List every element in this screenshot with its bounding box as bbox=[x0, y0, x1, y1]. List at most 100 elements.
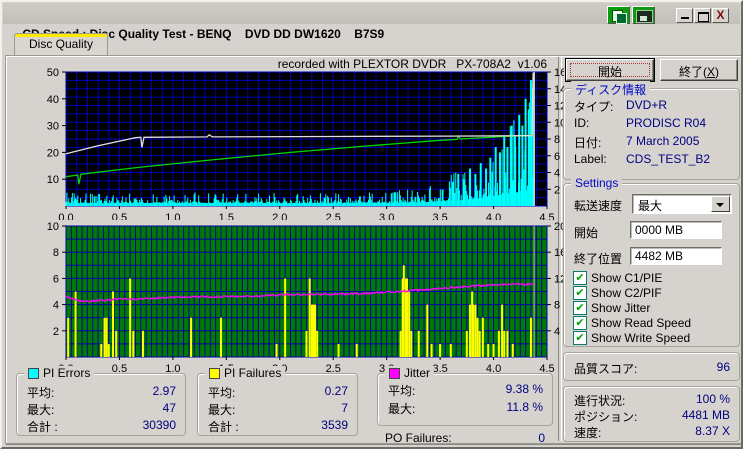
quality-score-label: 品質スコア: bbox=[574, 362, 638, 376]
svg-text:3.5: 3.5 bbox=[432, 363, 447, 372]
svg-text:10: 10 bbox=[47, 174, 59, 186]
speed-label: 転送速度 bbox=[574, 199, 623, 213]
jitter-stats-group: Jitter 平均: 9.38 % 最大: 11.8 % bbox=[377, 366, 553, 426]
speed-select-value: 最大 bbox=[638, 199, 663, 213]
bottom-groove bbox=[6, 444, 741, 447]
svg-text:4: 4 bbox=[554, 168, 560, 180]
pi-failures-title: PI Failures bbox=[224, 366, 282, 380]
pi-errors-stats-group: PI Errors 平均: 2.97 最大: 47 合計 : 30390 bbox=[16, 366, 186, 436]
checkbox-label: Show Write Speed bbox=[591, 331, 691, 345]
copy-chart-button[interactable] bbox=[607, 6, 630, 24]
checkbox-label: Show Jitter bbox=[591, 301, 651, 315]
disc-info-group: ディスク情報 タイプ: DVD+R ID: PRODISC R04 日付: 7 Mar… bbox=[563, 81, 740, 180]
minimize-button[interactable] bbox=[676, 8, 693, 23]
max-value: 7 bbox=[341, 401, 348, 415]
svg-text:6: 6 bbox=[53, 273, 59, 285]
settings-group: Settings 転送速度 最大 開始 終了位置 ✔ Show C1/PIE ✔… bbox=[563, 176, 740, 347]
total-label: 合計 : bbox=[208, 420, 239, 434]
svg-text:50: 50 bbox=[47, 68, 59, 79]
maximize-button[interactable] bbox=[694, 8, 711, 23]
pi-failures-swatch bbox=[209, 367, 220, 379]
end-position-input[interactable] bbox=[630, 247, 722, 265]
svg-text:8: 8 bbox=[53, 247, 59, 259]
svg-text:4.5: 4.5 bbox=[539, 363, 554, 372]
max-value: 11.8 % bbox=[506, 400, 543, 414]
disc-label-label: Label: bbox=[574, 152, 607, 166]
checkbox-label: Show C1/PIE bbox=[591, 271, 663, 285]
speed-select-dropdown-button[interactable] bbox=[711, 196, 730, 212]
max-label: 最大: bbox=[27, 403, 55, 417]
po-failures-label: PO Failures: bbox=[385, 431, 452, 445]
svg-text:2: 2 bbox=[53, 326, 59, 338]
speed-select[interactable]: 最大 bbox=[632, 194, 732, 214]
save-button[interactable] bbox=[632, 6, 655, 24]
settings-title: Settings bbox=[575, 176, 619, 190]
svg-text:1.0: 1.0 bbox=[165, 363, 180, 372]
svg-text:4.5: 4.5 bbox=[539, 212, 554, 220]
disc-date-label: 日付: bbox=[574, 136, 602, 150]
pi-errors-title: PI Errors bbox=[43, 366, 91, 380]
svg-text:2.5: 2.5 bbox=[326, 363, 341, 372]
jitter-swatch bbox=[389, 367, 400, 379]
exit-button[interactable]: 終了(X) bbox=[660, 59, 738, 81]
disc-type-value: DVD+R bbox=[626, 98, 668, 112]
start-button[interactable]: 開始 bbox=[565, 58, 655, 82]
progress-value: 100 % bbox=[695, 392, 730, 406]
maximize-icon bbox=[698, 12, 709, 22]
speed-label: 速度: bbox=[574, 426, 602, 440]
svg-text:2.5: 2.5 bbox=[326, 212, 341, 220]
checkbox-check-icon: ✔ bbox=[573, 331, 587, 345]
svg-text:8: 8 bbox=[554, 134, 560, 146]
tab-disc-quality[interactable]: Disc Quality bbox=[14, 33, 108, 56]
svg-text:4: 4 bbox=[554, 326, 560, 338]
avg-label: 平均: bbox=[208, 386, 236, 400]
avg-value: 0.27 bbox=[324, 384, 348, 398]
svg-text:1.0: 1.0 bbox=[165, 212, 180, 220]
max-label: 最大: bbox=[388, 402, 416, 416]
jitter-title: Jitter bbox=[404, 366, 431, 380]
quality-score-group: 品質スコア: 96 bbox=[563, 352, 740, 381]
end-position-label: 終了位置 bbox=[574, 252, 623, 266]
svg-text:10: 10 bbox=[47, 222, 59, 233]
total-value: 3539 bbox=[321, 418, 348, 432]
avg-value: 9.38 % bbox=[505, 382, 543, 396]
progress-group: 進行状況: 100 % ポジション: 4481 MB 速度: 8.37 X bbox=[563, 386, 740, 442]
checkbox-check-icon: ✔ bbox=[573, 301, 587, 315]
po-failures-value: 0 bbox=[538, 431, 545, 445]
pi-errors-chart: 50403020101614121086420.00.51.01.52.02.5… bbox=[10, 67, 567, 225]
svg-text:16: 16 bbox=[554, 68, 564, 79]
quality-score-value: 96 bbox=[716, 360, 730, 374]
svg-text:4.0: 4.0 bbox=[486, 212, 501, 220]
pi-errors-swatch bbox=[28, 367, 39, 379]
svg-text:1.5: 1.5 bbox=[219, 212, 234, 220]
po-failures-row: PO Failures: 0 bbox=[385, 431, 545, 445]
svg-text:0.5: 0.5 bbox=[112, 363, 127, 372]
avg-label: 平均: bbox=[388, 384, 416, 398]
start-position-input[interactable] bbox=[630, 221, 722, 239]
pi-failures-chart: 108642201612840.00.51.01.52.02.53.03.54.… bbox=[10, 221, 567, 377]
svg-text:30: 30 bbox=[47, 121, 59, 133]
svg-text:4: 4 bbox=[53, 300, 59, 312]
checkbox-label: Show Read Speed bbox=[591, 316, 692, 330]
disc-label-value: CDS_TEST_B2 bbox=[626, 152, 711, 166]
svg-text:2.0: 2.0 bbox=[272, 212, 287, 220]
disc-info-title: ディスク情報 bbox=[575, 83, 647, 97]
checkbox-check-icon: ✔ bbox=[573, 286, 587, 300]
start-position-label: 開始 bbox=[574, 226, 599, 240]
position-label: ポジション: bbox=[574, 410, 638, 424]
close-button[interactable]: X bbox=[712, 8, 729, 23]
chevron-down-icon bbox=[716, 203, 724, 207]
svg-text:3.0: 3.0 bbox=[379, 212, 394, 220]
checkbox-check-icon: ✔ bbox=[573, 271, 587, 285]
avg-value: 2.97 bbox=[152, 384, 176, 398]
total-label: 合計 : bbox=[27, 420, 58, 434]
progress-label: 進行状況: bbox=[574, 394, 626, 408]
minimize-icon bbox=[681, 17, 689, 19]
position-value: 4481 MB bbox=[681, 408, 730, 422]
close-icon: X bbox=[716, 8, 725, 22]
start-button-label: 開始 bbox=[597, 65, 622, 79]
checkbox-check-icon: ✔ bbox=[573, 316, 587, 330]
svg-text:4.0: 4.0 bbox=[486, 363, 501, 372]
exit-button-label: 終了(X) bbox=[678, 65, 719, 79]
svg-text:0.5: 0.5 bbox=[112, 212, 127, 220]
